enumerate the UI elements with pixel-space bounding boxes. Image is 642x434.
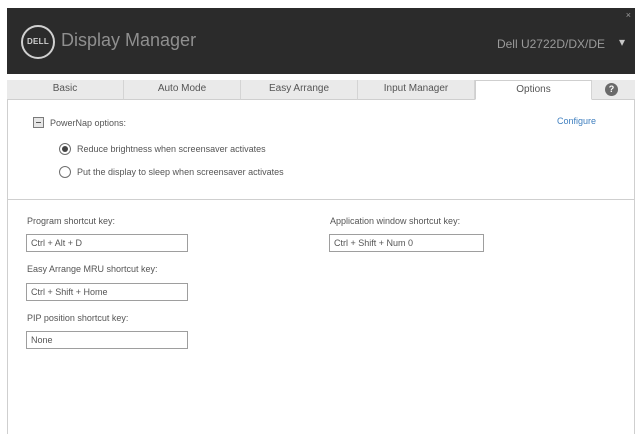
tab-strip: Basic Auto Mode Easy Arrange Input Manag… [7, 80, 635, 100]
easy-arrange-shortcut-label: Easy Arrange MRU shortcut key: [27, 264, 158, 274]
app-title: Display Manager [61, 30, 197, 50]
title-bar: DELL Display Manager Dell U2722D/DX/DE ▾… [7, 8, 635, 74]
powernap-checkbox[interactable] [33, 117, 44, 128]
options-panel: PowerNap options: Configure Reduce brigh… [7, 100, 635, 434]
program-shortcut-field[interactable]: Ctrl + Alt + D [26, 234, 188, 252]
easy-arrange-shortcut-field[interactable]: Ctrl + Shift + Home [26, 283, 188, 301]
dell-logo: DELL [21, 25, 55, 59]
radio-button[interactable] [59, 166, 71, 178]
pip-shortcut-field[interactable]: None [26, 331, 188, 349]
pip-shortcut-label: PIP position shortcut key: [27, 313, 129, 323]
chevron-down-icon[interactable]: ▾ [619, 35, 625, 49]
application-window-shortcut-label: Application window shortcut key: [330, 216, 461, 226]
program-shortcut-label: Program shortcut key: [27, 216, 116, 226]
tab-input-manager[interactable]: Input Manager [358, 80, 475, 100]
tab-basic[interactable]: Basic [7, 80, 124, 100]
close-icon[interactable]: × [626, 10, 631, 20]
tab-auto-mode[interactable]: Auto Mode [124, 80, 241, 100]
help-icon[interactable]: ? [605, 83, 618, 96]
tab-easy-arrange[interactable]: Easy Arrange [241, 80, 358, 100]
section-divider [8, 199, 634, 200]
radio-reduce-brightness[interactable]: Reduce brightness when screensaver activ… [59, 143, 266, 155]
radio-button-selected[interactable] [59, 143, 71, 155]
tab-help-area: ? [592, 80, 635, 100]
powernap-label: PowerNap options: [50, 117, 127, 128]
tab-options[interactable]: Options [475, 80, 592, 100]
radio-sleep-display[interactable]: Put the display to sleep when screensave… [59, 166, 284, 178]
radio-label: Reduce brightness when screensaver activ… [77, 144, 266, 154]
powernap-checkbox-row[interactable]: PowerNap options: [33, 117, 126, 128]
radio-label: Put the display to sleep when screensave… [77, 167, 284, 177]
configure-link[interactable]: Configure [557, 116, 596, 126]
logo-text: DELL [26, 37, 50, 46]
application-window-shortcut-field[interactable]: Ctrl + Shift + Num 0 [329, 234, 484, 252]
monitor-selector[interactable]: Dell U2722D/DX/DE [497, 37, 605, 51]
